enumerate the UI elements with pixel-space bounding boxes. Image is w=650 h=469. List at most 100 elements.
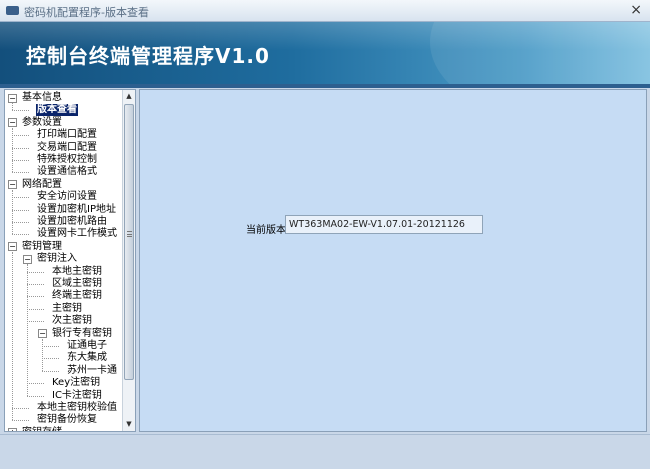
tree-item[interactable]: 版本查看 (35, 103, 79, 118)
tree-connector (12, 197, 29, 199)
tree-item[interactable]: 设置网卡工作模式 (36, 228, 118, 240)
tree-connector (12, 135, 29, 137)
tree-item[interactable]: 设置加密机IP地址 (36, 204, 117, 216)
app-heading: 控制台终端管理程序V1.0 (26, 44, 270, 68)
tree-connector (42, 338, 43, 371)
tree-toggle-icon[interactable]: − (8, 93, 17, 103)
tree-item-label: 次主密钥 (52, 315, 92, 327)
tree-toggle-icon[interactable]: − (8, 180, 17, 190)
tree-item-label: 设置加密机路由 (37, 216, 107, 227)
tree-toggle-icon[interactable]: − (8, 242, 17, 252)
tree-connector (27, 264, 28, 396)
scroll-up-button[interactable]: ▲ (123, 90, 135, 103)
tree-item[interactable]: 密钥备份恢复 (36, 414, 98, 426)
tree-item[interactable]: IC卡注密钥 (51, 390, 103, 402)
tree-item-label: 特殊授权控制 (37, 154, 97, 165)
tree-item-label: 设置通信格式 (37, 166, 97, 178)
tree-item[interactable]: 区域主密钥 (51, 278, 103, 290)
tree-item[interactable]: 参数设置 (21, 117, 63, 129)
tree-connector (27, 383, 44, 385)
tree-connector (27, 296, 44, 298)
close-icon[interactable]: × (630, 2, 642, 18)
tree-toggle-icon[interactable]: − (38, 329, 47, 339)
tree-item-label: IC卡注密钥 (52, 389, 102, 401)
tree-connector (12, 172, 29, 174)
tree-connector (12, 209, 29, 211)
tree-item[interactable]: 本地主密钥校验值 (36, 402, 118, 414)
tree-toggle-icon[interactable]: − (23, 254, 32, 264)
tree-item[interactable]: 东大集成 (66, 352, 108, 364)
version-field[interactable]: WT363MA02-EW-V1.07.01-20121126 (285, 215, 483, 234)
tree-connector (27, 395, 44, 397)
tree-item[interactable]: 设置加密机路由 (36, 216, 108, 228)
tree-item-label: 区域主密钥 (52, 278, 102, 289)
tree-connector (12, 160, 29, 161)
tree-item-label: 本地主密钥校验值 (37, 402, 117, 413)
tree-connector (12, 103, 13, 111)
tree-item-label: 密钥存储 (21, 427, 63, 431)
scroll-grip-icon (127, 231, 132, 237)
tree-connector (12, 189, 13, 235)
tree-item[interactable]: 交易端口配置 (36, 142, 98, 154)
tree-item-label: 本地主密钥 (52, 265, 102, 277)
tree-item-label: 设置网卡工作模式 (37, 228, 117, 240)
tree-scrollbar[interactable]: ▲ ▼ (122, 90, 135, 431)
tree-item[interactable]: 银行专有密钥 (51, 328, 113, 340)
tree-connector (27, 321, 44, 323)
tree-item-label: 版本查看 (35, 103, 79, 118)
tree-item-label: 密钥注入 (37, 253, 77, 265)
status-bar (0, 434, 650, 469)
tree-item[interactable]: 密钥管理 (21, 241, 63, 253)
tree-connector (27, 271, 44, 273)
content-panel: 当前版本 WT363MA02-EW-V1.07.01-20121126 (139, 89, 647, 432)
tree-item-label: 银行专有密钥 (52, 327, 112, 339)
tree-connector (12, 234, 29, 236)
tree-item[interactable]: 网络配置 (21, 179, 63, 191)
tree-connector (42, 358, 59, 360)
tree-item[interactable]: 安全访问设置 (36, 191, 98, 203)
tree-item-label: 安全访问设置 (37, 191, 97, 203)
tree-connector (42, 346, 59, 347)
tree-item[interactable]: 基本信息 (21, 92, 63, 104)
tree-item-label: 参数设置 (22, 116, 62, 128)
title-bar: 密码机配置程序-版本查看 × (0, 0, 650, 22)
tree-item-label: 东大集成 (67, 352, 107, 364)
header-divider (0, 84, 650, 88)
tree-item-label: 基本信息 (22, 92, 62, 103)
tree-toggle-icon[interactable]: − (8, 118, 17, 128)
tree-item[interactable]: 终端主密钥 (51, 290, 103, 302)
tree-item-label: 主密钥 (52, 302, 82, 314)
tree-connector (12, 408, 29, 409)
tree-item-label: 苏州一卡通 (67, 364, 117, 376)
tree-connector (12, 420, 29, 422)
tree-item-label: 打印端口配置 (37, 129, 97, 141)
window-title: 密码机配置程序-版本查看 (24, 6, 149, 19)
version-label: 当前版本 (246, 225, 286, 236)
tree-item[interactable]: 特殊授权控制 (36, 154, 98, 166)
tree-item[interactable]: 打印端口配置 (36, 129, 98, 141)
tree-item-label: 设置加密机IP地址 (37, 203, 116, 215)
tree-item-label: Key注密钥 (52, 377, 101, 389)
tree-connector (12, 251, 13, 421)
tree-item[interactable]: 主密钥 (51, 303, 83, 315)
navigation-tree[interactable]: − 基本信息 版本查看 − 参数设置 打印端口配置 交易端口配置 特殊授权控制 设置通信格式 − 网… (4, 89, 136, 432)
tree-item[interactable]: 本地主密钥 (51, 266, 103, 278)
tree-toggle-icon[interactable]: + (8, 428, 17, 431)
tree-connector (12, 110, 29, 112)
tree-item[interactable]: 证通电子 (66, 340, 108, 352)
tree-item[interactable]: Key注密钥 (51, 377, 101, 389)
tree-connector (42, 370, 59, 372)
tree-item-label: 网络配置 (22, 178, 62, 190)
scroll-thumb[interactable] (124, 104, 134, 380)
tree-connector (12, 127, 13, 173)
scroll-down-button[interactable]: ▼ (123, 418, 135, 431)
tree-item[interactable]: 密钥存储 (21, 427, 63, 431)
tree-item[interactable]: 设置通信格式 (36, 166, 98, 178)
tree-item[interactable]: 密钥注入 (36, 253, 78, 265)
tree-item-label: 证通电子 (67, 340, 107, 351)
tree-item-label: 交易端口配置 (37, 141, 97, 153)
tree-item[interactable]: 苏州一卡通 (66, 365, 118, 377)
tree-item-label: 密钥备份恢复 (37, 414, 97, 426)
tree-connector (27, 284, 44, 285)
tree-item[interactable]: 次主密钥 (51, 315, 93, 327)
